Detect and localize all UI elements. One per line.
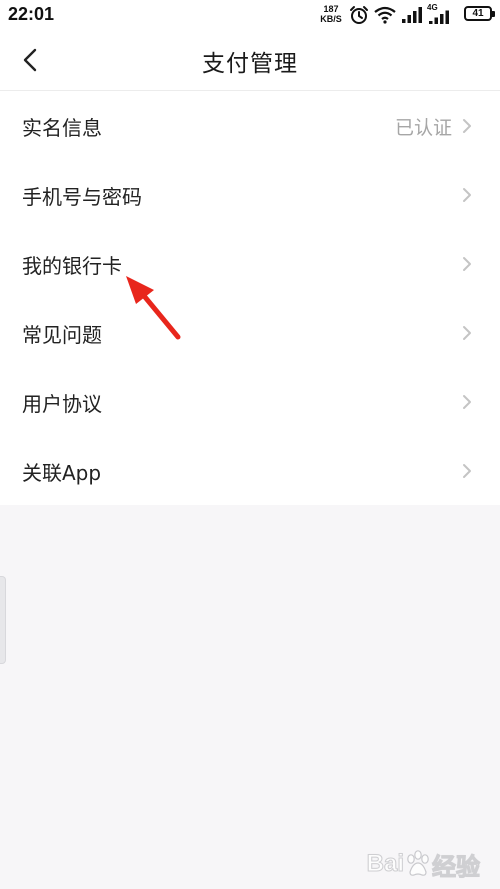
signal-icon [429, 10, 449, 24]
settings-list: 实名信息 已认证 手机号与密码 我的银行卡 常见问题 用户协议 关联App [0, 91, 500, 505]
menu-item-faq[interactable]: 常见问题 [0, 298, 500, 367]
chevron-right-icon [463, 188, 471, 202]
chevron-right-icon [463, 464, 471, 478]
menu-item-bank-cards[interactable]: 我的银行卡 [0, 229, 500, 298]
menu-item-linked-app[interactable]: 关联App [0, 436, 500, 505]
status-time: 22:01 [8, 4, 55, 24]
chevron-right-icon [463, 257, 471, 271]
baidu-jingyan-watermark: Bai 经验 [366, 847, 481, 882]
menu-item-label: 用户协议 [22, 392, 102, 416]
battery-icon: 41 [464, 6, 495, 21]
page-title: 支付管理 [202, 51, 298, 77]
watermark-brand-left: Bai [366, 850, 404, 878]
status-bar: 22:01 187 KB/S 4G 41 [0, 0, 500, 30]
menu-item-label: 手机号与密码 [22, 185, 142, 209]
network-speed-unit: KB/S [320, 14, 342, 24]
nav-bar: 支付管理 [0, 30, 500, 91]
paw-icon [407, 850, 429, 876]
menu-item-label: 关联App [22, 461, 102, 485]
status-indicators: 187 KB/S 4G 41 [317, 3, 495, 27]
chevron-right-icon [463, 326, 471, 340]
menu-item-label: 常见问题 [22, 323, 102, 347]
network-speed-value: 187 [323, 4, 339, 14]
chevron-right-icon [463, 119, 471, 133]
alarm-icon [350, 6, 368, 24]
network-speed: 187 KB/S [317, 4, 345, 24]
menu-item-user-agreement[interactable]: 用户协议 [0, 367, 500, 436]
chevron-right-icon [463, 395, 471, 409]
watermark-brand-right: 经验 [432, 853, 481, 881]
verification-status: 已认证 [394, 117, 452, 139]
menu-item-label: 我的银行卡 [22, 254, 122, 278]
wifi-icon [374, 6, 396, 24]
edge-handle[interactable] [0, 576, 6, 664]
menu-item-label: 实名信息 [22, 116, 102, 140]
menu-item-real-name[interactable]: 实名信息 已认证 [0, 91, 500, 160]
signal-icon [402, 7, 422, 23]
menu-item-phone-password[interactable]: 手机号与密码 [0, 160, 500, 229]
